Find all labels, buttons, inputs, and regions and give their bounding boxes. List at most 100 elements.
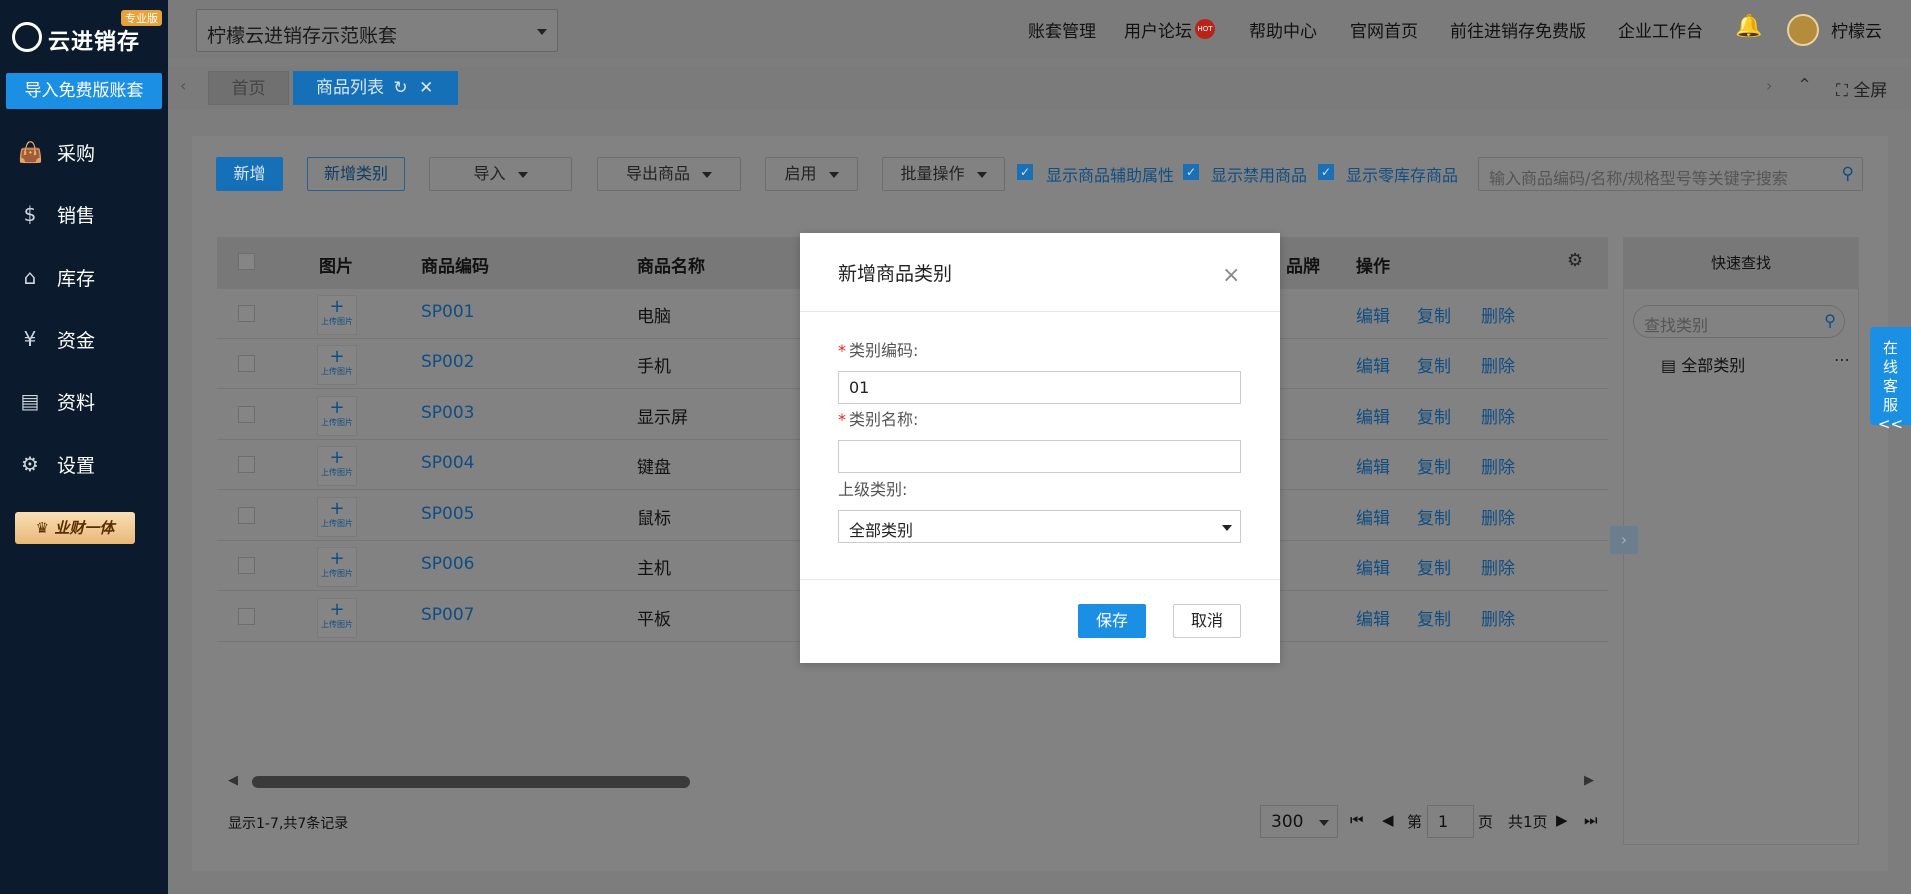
show-disabled-checkbox[interactable]: ✓ bbox=[1183, 164, 1199, 180]
show-zero-stock-checkbox[interactable]: ✓ bbox=[1318, 164, 1334, 180]
column-header-name[interactable]: 商品名称 bbox=[637, 252, 705, 277]
category-tree-item[interactable]: ▤ 全部类别 bbox=[1661, 352, 1745, 376]
copy-link[interactable]: 复制 bbox=[1417, 504, 1451, 529]
category-search-input[interactable]: 查找类别 ⚲ bbox=[1633, 305, 1845, 338]
show-aux-attr-checkbox[interactable]: ✓ bbox=[1017, 164, 1033, 180]
copy-link[interactable]: 复制 bbox=[1417, 302, 1451, 327]
avatar[interactable] bbox=[1787, 14, 1819, 46]
import-dropdown[interactable]: 导入 bbox=[429, 157, 572, 191]
column-header-brand[interactable]: 品牌 bbox=[1286, 252, 1320, 277]
last-page-icon[interactable]: ⏭ bbox=[1584, 811, 1598, 829]
sidebar-item-inventory[interactable]: ⌂ 库存 bbox=[0, 253, 168, 303]
tab-scroll-right-icon[interactable]: › bbox=[1766, 76, 1772, 95]
chevron-right-icon[interactable]: › bbox=[1610, 526, 1638, 554]
row-checkbox[interactable] bbox=[238, 305, 255, 322]
delete-link[interactable]: 删除 bbox=[1481, 403, 1515, 428]
sidebar-item-purchase[interactable]: 👜 采购 bbox=[0, 128, 168, 178]
upload-image-button[interactable]: + 上传图片 bbox=[317, 396, 357, 436]
new-button[interactable]: 新增 bbox=[216, 157, 283, 191]
scroll-left-icon[interactable]: ◀ bbox=[228, 773, 238, 788]
search-icon[interactable]: ⚲ bbox=[1824, 311, 1836, 330]
edit-link[interactable]: 编辑 bbox=[1356, 554, 1390, 579]
fullscreen-button[interactable]: ⛶ 全屏 bbox=[1836, 76, 1887, 101]
copy-link[interactable]: 复制 bbox=[1417, 352, 1451, 377]
enable-dropdown[interactable]: 启用 bbox=[765, 157, 858, 191]
edit-link[interactable]: 编辑 bbox=[1356, 453, 1390, 478]
upload-image-button[interactable]: + 上传图片 bbox=[317, 497, 357, 537]
page-size-select[interactable]: 300 bbox=[1260, 805, 1338, 838]
column-header-code[interactable]: 商品编码 bbox=[421, 252, 489, 277]
edit-link[interactable]: 编辑 bbox=[1356, 504, 1390, 529]
product-code-link[interactable]: SP002 bbox=[421, 352, 475, 372]
delete-link[interactable]: 删除 bbox=[1481, 554, 1515, 579]
delete-link[interactable]: 删除 bbox=[1481, 605, 1515, 630]
edit-link[interactable]: 编辑 bbox=[1356, 403, 1390, 428]
show-aux-attr-label[interactable]: 显示商品辅助属性 bbox=[1046, 162, 1174, 186]
horizontal-scrollbar[interactable] bbox=[252, 776, 690, 788]
promo-banner[interactable]: ♛ 业财一体 bbox=[15, 512, 135, 544]
link-help-center[interactable]: 帮助中心 bbox=[1249, 17, 1317, 42]
product-code-link[interactable]: SP003 bbox=[421, 403, 475, 423]
refresh-icon[interactable]: ↻ bbox=[393, 78, 407, 98]
link-user-forum[interactable]: 用户论坛 bbox=[1124, 17, 1192, 42]
link-official-site[interactable]: 官网首页 bbox=[1350, 17, 1418, 42]
save-button[interactable]: 保存 bbox=[1078, 604, 1146, 638]
upload-image-button[interactable]: + 上传图片 bbox=[317, 598, 357, 638]
product-code-link[interactable]: SP001 bbox=[421, 302, 475, 322]
edit-link[interactable]: 编辑 bbox=[1356, 605, 1390, 630]
next-page-icon[interactable]: ▶ bbox=[1556, 811, 1568, 829]
upload-image-button[interactable]: + 上传图片 bbox=[317, 345, 357, 385]
page-number-input[interactable]: 1 bbox=[1427, 805, 1474, 838]
account-select[interactable]: 柠檬云进销存示范账套 bbox=[196, 9, 558, 52]
sidebar-item-sales[interactable]: $ 销售 bbox=[0, 190, 168, 240]
scroll-right-icon[interactable]: ▶ bbox=[1584, 773, 1594, 788]
row-checkbox[interactable] bbox=[238, 557, 255, 574]
product-code-link[interactable]: SP005 bbox=[421, 504, 475, 524]
link-free-edition[interactable]: 前往进销存免费版 bbox=[1450, 17, 1586, 42]
category-code-input[interactable]: 01 bbox=[838, 371, 1241, 404]
tab-scroll-left-icon[interactable]: ‹ bbox=[180, 76, 186, 95]
upload-image-button[interactable]: + 上传图片 bbox=[317, 547, 357, 587]
sidebar-item-settings[interactable]: ⚙ 设置 bbox=[0, 440, 168, 490]
edit-link[interactable]: 编辑 bbox=[1356, 302, 1390, 327]
copy-link[interactable]: 复制 bbox=[1417, 605, 1451, 630]
username[interactable]: 柠檬云 bbox=[1831, 17, 1882, 42]
new-category-button[interactable]: 新增类别 bbox=[307, 157, 405, 191]
logo[interactable]: 云进销存 专业版 bbox=[12, 10, 164, 58]
import-free-account-button[interactable]: 导入免费版账套 bbox=[6, 73, 162, 109]
tab-home[interactable]: 首页 bbox=[208, 71, 289, 105]
cancel-button[interactable]: 取消 bbox=[1173, 604, 1241, 638]
row-checkbox[interactable] bbox=[238, 608, 255, 625]
sidebar-item-data[interactable]: ▤ 资料 bbox=[0, 377, 168, 427]
close-icon[interactable]: × bbox=[1222, 263, 1240, 288]
product-search-input[interactable]: 输入商品编码/名称/规格型号等关键字搜索 ⚲ bbox=[1478, 157, 1863, 191]
delete-link[interactable]: 删除 bbox=[1481, 453, 1515, 478]
upload-image-button[interactable]: + 上传图片 bbox=[317, 295, 357, 335]
row-checkbox[interactable] bbox=[238, 507, 255, 524]
export-dropdown[interactable]: 导出商品 bbox=[597, 157, 741, 191]
online-support-button[interactable]: 在线客服 << bbox=[1870, 327, 1911, 433]
more-options-icon[interactable]: ⋯ bbox=[1834, 350, 1850, 369]
first-page-icon[interactable]: ⏮ bbox=[1350, 811, 1364, 829]
product-code-link[interactable]: SP004 bbox=[421, 453, 475, 473]
delete-link[interactable]: 删除 bbox=[1481, 504, 1515, 529]
column-settings-gear-icon[interactable]: ⚙ bbox=[1567, 250, 1583, 271]
prev-page-icon[interactable]: ◀ bbox=[1382, 811, 1394, 829]
bell-icon[interactable]: 🔔 bbox=[1735, 14, 1762, 39]
row-checkbox[interactable] bbox=[238, 355, 255, 372]
product-code-link[interactable]: SP007 bbox=[421, 605, 475, 625]
tab-products[interactable]: 商品列表 ↻ ✕ bbox=[293, 71, 458, 105]
sidebar-item-funds[interactable]: ¥ 资金 bbox=[0, 315, 168, 365]
show-disabled-label[interactable]: 显示禁用商品 bbox=[1211, 162, 1307, 186]
parent-category-select[interactable]: 全部类别 bbox=[838, 510, 1241, 543]
select-all-checkbox[interactable] bbox=[238, 253, 255, 270]
edit-link[interactable]: 编辑 bbox=[1356, 352, 1390, 377]
upload-image-button[interactable]: + 上传图片 bbox=[317, 446, 357, 486]
copy-link[interactable]: 复制 bbox=[1417, 554, 1451, 579]
copy-link[interactable]: 复制 bbox=[1417, 403, 1451, 428]
category-name-input[interactable] bbox=[838, 440, 1241, 473]
link-enterprise-workbench[interactable]: 企业工作台 bbox=[1618, 17, 1703, 42]
copy-link[interactable]: 复制 bbox=[1417, 453, 1451, 478]
batch-operation-dropdown[interactable]: 批量操作 bbox=[882, 157, 1005, 191]
show-zero-stock-label[interactable]: 显示零库存商品 bbox=[1346, 162, 1458, 186]
